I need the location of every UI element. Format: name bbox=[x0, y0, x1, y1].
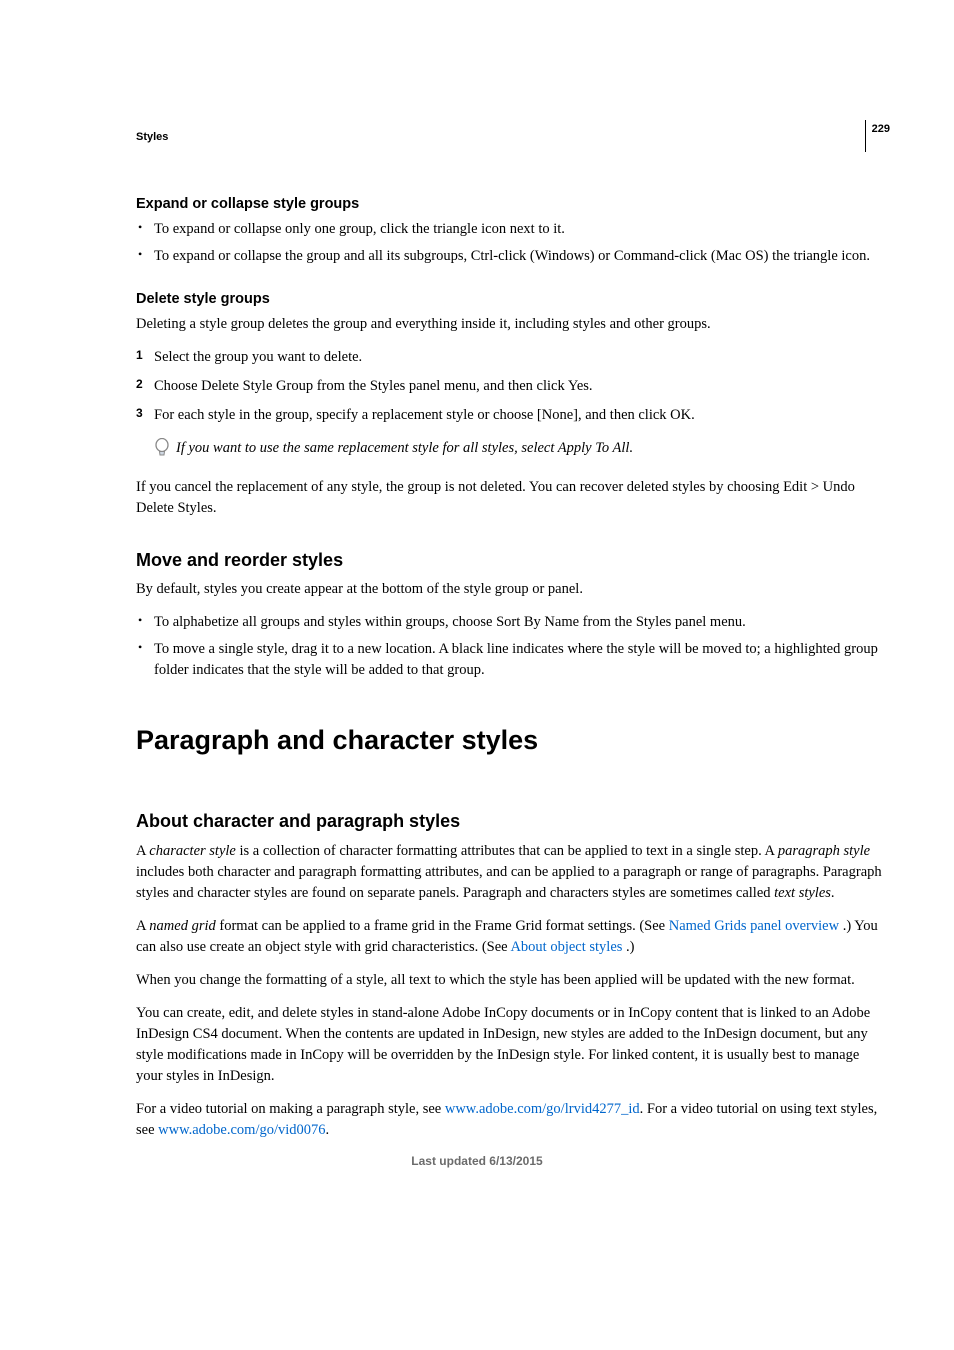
italic-term: character style bbox=[149, 843, 236, 859]
text: includes both character and paragraph fo… bbox=[136, 864, 882, 901]
tip-callout: If you want to use the same replacement … bbox=[154, 438, 886, 465]
list-item: To expand or collapse only one group, cl… bbox=[136, 219, 886, 240]
page: 229 Styles Expand or collapse style grou… bbox=[0, 0, 954, 1213]
text: . bbox=[831, 885, 835, 901]
footer-last-updated: Last updated 6/13/2015 bbox=[0, 1153, 954, 1170]
text: is a collection of character formatting … bbox=[236, 843, 778, 859]
step-item: Select the group you want to delete. bbox=[136, 347, 886, 368]
heading-delete-style-groups: Delete style groups bbox=[136, 289, 886, 310]
text: A bbox=[136, 918, 149, 934]
link-about-object-styles[interactable]: About object styles bbox=[510, 939, 626, 955]
step-item: Choose Delete Style Group from the Style… bbox=[136, 376, 886, 397]
link-named-grids-overview[interactable]: Named Grids panel overview bbox=[669, 918, 843, 934]
list-item: To expand or collapse the group and all … bbox=[136, 246, 886, 267]
text: format can be applied to a frame grid in… bbox=[216, 918, 669, 934]
body-text: Deleting a style group deletes the group… bbox=[136, 314, 886, 335]
text: .) bbox=[626, 939, 634, 955]
lightbulb-icon bbox=[154, 438, 170, 465]
list-item: To move a single style, drag it to a new… bbox=[136, 639, 886, 681]
heading-move-reorder: Move and reorder styles bbox=[136, 547, 886, 573]
body-text: You can create, edit, and delete styles … bbox=[136, 1003, 886, 1087]
italic-term: text styles bbox=[774, 885, 831, 901]
body-text: For a video tutorial on making a paragra… bbox=[136, 1099, 886, 1141]
text: . bbox=[326, 1122, 330, 1138]
body-text: A named grid format can be applied to a … bbox=[136, 916, 886, 958]
heading-expand-collapse: Expand or collapse style groups bbox=[136, 194, 886, 215]
page-title: Paragraph and character styles bbox=[136, 721, 886, 760]
body-text: If you cancel the replacement of any sty… bbox=[136, 477, 886, 519]
heading-about-styles: About character and paragraph styles bbox=[136, 808, 886, 834]
numbered-steps: Select the group you want to delete. Cho… bbox=[136, 347, 886, 426]
bullet-list: To alphabetize all groups and styles wit… bbox=[136, 612, 886, 681]
bullet-list: To expand or collapse only one group, cl… bbox=[136, 219, 886, 267]
running-head: Styles bbox=[136, 130, 886, 146]
body-text: When you change the formatting of a styl… bbox=[136, 970, 886, 991]
italic-term: paragraph style bbox=[778, 843, 870, 859]
body-text: A character style is a collection of cha… bbox=[136, 841, 886, 904]
body-text: By default, styles you create appear at … bbox=[136, 579, 886, 600]
text: For a video tutorial on making a paragra… bbox=[136, 1101, 445, 1117]
list-item: To alphabetize all groups and styles wit… bbox=[136, 612, 886, 633]
tip-text: If you want to use the same replacement … bbox=[176, 438, 886, 459]
link-video-text-styles[interactable]: www.adobe.com/go/vid0076 bbox=[158, 1122, 325, 1138]
italic-term: named grid bbox=[149, 918, 215, 934]
link-video-paragraph-style[interactable]: www.adobe.com/go/lrvid4277_id bbox=[445, 1101, 640, 1117]
step-item: For each style in the group, specify a r… bbox=[136, 405, 886, 426]
text: A bbox=[136, 843, 149, 859]
page-number: 229 bbox=[865, 120, 890, 152]
